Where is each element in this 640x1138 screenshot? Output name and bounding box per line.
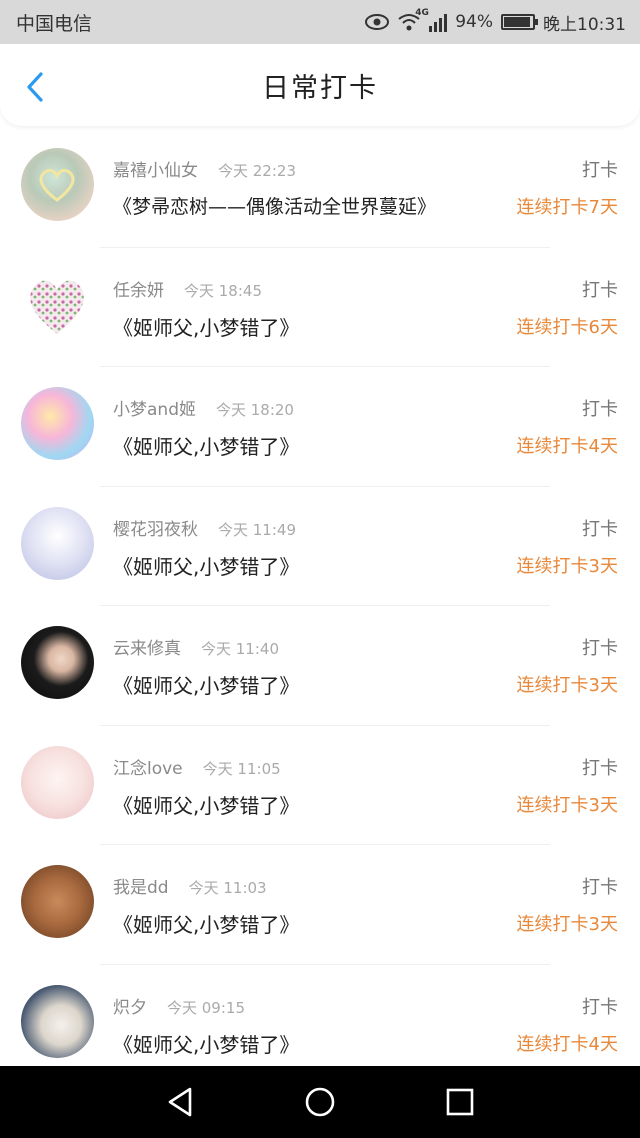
- checkin-label: 打卡: [582, 518, 618, 540]
- page-title: 日常打卡: [262, 72, 378, 104]
- avatar[interactable]: [21, 387, 94, 460]
- user-name[interactable]: 云来修真: [113, 634, 181, 659]
- post-time: 今天 18:20: [215, 401, 294, 419]
- book-title[interactable]: 《姬师父,小梦错了》: [113, 909, 299, 938]
- network-type: 4G: [415, 8, 429, 18]
- checkin-label: 打卡: [582, 279, 618, 301]
- streak-count: 连续打卡6天: [516, 316, 618, 338]
- post-time: 今天 11:40: [201, 640, 279, 658]
- checkin-label: 打卡: [582, 757, 618, 779]
- post-time: 今天 18:45: [184, 281, 262, 300]
- battery-fill: [504, 17, 531, 27]
- triangle-back-icon[interactable]: [165, 1086, 195, 1118]
- list-item[interactable]: 我是dd 今天 11:03 《姬师父,小梦错了》 打卡 连续打卡3天: [0, 845, 640, 965]
- streak-count: 连续打卡3天: [516, 794, 618, 816]
- book-title[interactable]: 《姬师父,小梦错了》: [113, 1029, 299, 1058]
- list-item[interactable]: 云来修真 今天 11:40 《姬师父,小梦错了》 打卡 连续打卡3天: [0, 606, 640, 726]
- streak-count: 连续打卡3天: [516, 914, 618, 935]
- user-name[interactable]: 任余妍: [113, 276, 164, 301]
- name-line: 江念love 今天 11:05: [113, 754, 281, 779]
- avatar[interactable]: [21, 865, 94, 938]
- list-item[interactable]: 江念love 今天 11:05 《姬师父,小梦错了》 打卡 连续打卡3天: [0, 726, 640, 845]
- avatar[interactable]: [21, 268, 94, 341]
- post-time: 今天 11:05: [202, 759, 281, 778]
- name-line: 云来修真 今天 11:40: [113, 634, 279, 659]
- clock: 晚上10:31: [543, 14, 626, 35]
- eye-icon: [365, 14, 390, 30]
- circle-home-icon[interactable]: [304, 1086, 336, 1118]
- header-bar: 日常打卡: [0, 44, 640, 126]
- avatar[interactable]: [21, 984, 94, 1058]
- status-icons: 4G 94% 晚上10:31: [365, 8, 626, 35]
- signal-icon: 4G: [415, 8, 448, 32]
- chevron-left-icon: [27, 72, 43, 102]
- battery-percent: 94%: [455, 12, 493, 32]
- heart-icon: [39, 168, 75, 202]
- name-line: 嘉禧小仙女 今天 22:23: [113, 156, 296, 181]
- post-time: 今天 22:23: [218, 162, 296, 180]
- streak-count: 连续打卡4天: [516, 436, 618, 457]
- avatar[interactable]: [21, 506, 94, 580]
- checkin-label: 打卡: [582, 877, 618, 898]
- checkin-label: 打卡: [582, 399, 618, 420]
- name-line: 樱花羽夜秋 今天 11:49: [113, 515, 296, 540]
- user-name[interactable]: 嘉禧小仙女: [113, 156, 198, 181]
- streak-count: 连续打卡4天: [516, 1033, 618, 1055]
- list-item[interactable]: 嘉禧小仙女 今天 22:23 《梦帚恋树——偶像活动全世界蔓延》 打卡 连续打卡…: [0, 128, 640, 248]
- book-title[interactable]: 《姬师父,小梦错了》: [113, 431, 299, 460]
- post-time: 今天 09:15: [167, 998, 245, 1017]
- streak-count: 连续打卡3天: [516, 555, 618, 577]
- book-title[interactable]: 《姬师父,小梦错了》: [113, 312, 299, 341]
- square-recent-icon[interactable]: [445, 1087, 475, 1117]
- checkin-label: 打卡: [582, 160, 618, 181]
- avatar[interactable]: [21, 148, 94, 221]
- user-name[interactable]: 樱花羽夜秋: [113, 515, 198, 540]
- back-button[interactable]: [20, 70, 50, 104]
- user-name[interactable]: 小梦and姬: [113, 395, 196, 420]
- checkin-label: 打卡: [582, 638, 618, 659]
- streak-count: 连续打卡7天: [516, 197, 618, 218]
- name-line: 炽夕 今天 09:15: [113, 993, 245, 1018]
- checkin-list: 嘉禧小仙女 今天 22:23 《梦帚恋树——偶像活动全世界蔓延》 打卡 连续打卡…: [0, 128, 640, 1084]
- system-nav-bar: [0, 1066, 640, 1138]
- avatar[interactable]: [21, 745, 94, 819]
- name-line: 小梦and姬 今天 18:20: [113, 395, 294, 420]
- carrier-label: 中国电信: [16, 12, 93, 35]
- book-title[interactable]: 《姬师父,小梦错了》: [113, 790, 299, 819]
- checkin-label: 打卡: [582, 996, 618, 1018]
- book-title[interactable]: 《姬师父,小梦错了》: [113, 551, 299, 580]
- streak-count: 连续打卡3天: [516, 675, 618, 696]
- name-line: 我是dd 今天 11:03: [113, 873, 267, 898]
- avatar[interactable]: [21, 626, 94, 699]
- list-item[interactable]: 任余妍 今天 18:45 《姬师父,小梦错了》 打卡 连续打卡6天: [0, 248, 640, 367]
- user-name[interactable]: 我是dd: [113, 873, 169, 898]
- battery-icon: [501, 14, 538, 30]
- post-time: 今天 11:03: [188, 879, 267, 897]
- book-title[interactable]: 《梦帚恋树——偶像活动全世界蔓延》: [113, 192, 436, 219]
- user-name[interactable]: 江念love: [113, 754, 183, 779]
- floral-heart-icon: [30, 280, 84, 334]
- list-item[interactable]: 小梦and姬 今天 18:20 《姬师父,小梦错了》 打卡 连续打卡4天: [0, 367, 640, 487]
- user-name[interactable]: 炽夕: [113, 993, 147, 1018]
- status-bar: 中国电信 4G 94% 晚上10:31: [0, 0, 640, 44]
- book-title[interactable]: 《姬师父,小梦错了》: [113, 670, 299, 699]
- name-line: 任余妍 今天 18:45: [113, 276, 262, 301]
- post-time: 今天 11:49: [218, 520, 296, 539]
- list-item[interactable]: 樱花羽夜秋 今天 11:49 《姬师父,小梦错了》 打卡 连续打卡3天: [0, 487, 640, 606]
